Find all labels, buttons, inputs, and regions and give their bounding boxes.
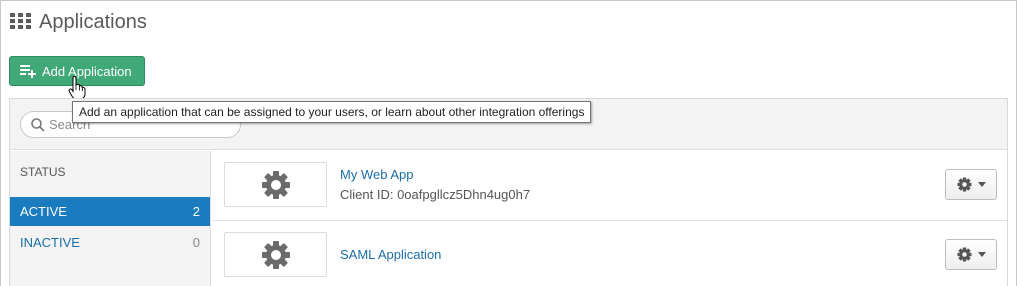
page-header: Applications <box>10 8 147 36</box>
add-application-tooltip: Add an application that can be assigned … <box>72 101 592 123</box>
app-client-id: Client ID: 0oafpgllcz5Dhn4ug0h7 <box>340 187 531 202</box>
app-settings-button[interactable] <box>945 239 997 270</box>
chevron-down-icon <box>977 252 986 257</box>
status-sidebar: STATUS ACTIVE 2 INACTIVE 0 <box>10 151 211 286</box>
grid-icon <box>10 13 31 31</box>
applications-panel: STATUS ACTIVE 2 INACTIVE 0 <box>9 98 1008 286</box>
gear-icon <box>261 240 290 269</box>
filter-active-label: ACTIVE <box>20 204 67 219</box>
filter-active-count: 2 <box>192 204 200 219</box>
app-name-link[interactable]: My Web App <box>340 167 413 182</box>
add-application-label: Add Application <box>42 63 132 79</box>
gear-icon <box>261 170 290 199</box>
page-title: Applications <box>39 10 147 33</box>
app-name-link[interactable]: SAML Application <box>340 247 441 262</box>
gear-icon <box>957 177 971 192</box>
filter-active[interactable]: ACTIVE 2 <box>10 197 210 226</box>
search-icon <box>31 117 45 132</box>
app-row: My Web App Client ID: 0oafpgllcz5Dhn4ug0… <box>212 151 1007 221</box>
app-list: My Web App Client ID: 0oafpgllcz5Dhn4ug0… <box>212 151 1007 286</box>
hand-cursor-icon <box>68 76 86 100</box>
filter-inactive-count: 0 <box>192 235 200 250</box>
gear-icon <box>957 247 971 262</box>
app-logo[interactable] <box>224 162 327 207</box>
filter-inactive[interactable]: INACTIVE 0 <box>10 228 210 257</box>
app-row: SAML Application <box>212 221 1007 286</box>
filter-inactive-label: INACTIVE <box>20 235 80 250</box>
status-heading: STATUS <box>20 165 66 179</box>
app-logo[interactable] <box>224 232 327 277</box>
chevron-down-icon <box>977 182 986 187</box>
app-settings-button[interactable] <box>945 169 997 200</box>
add-list-icon <box>20 64 36 78</box>
